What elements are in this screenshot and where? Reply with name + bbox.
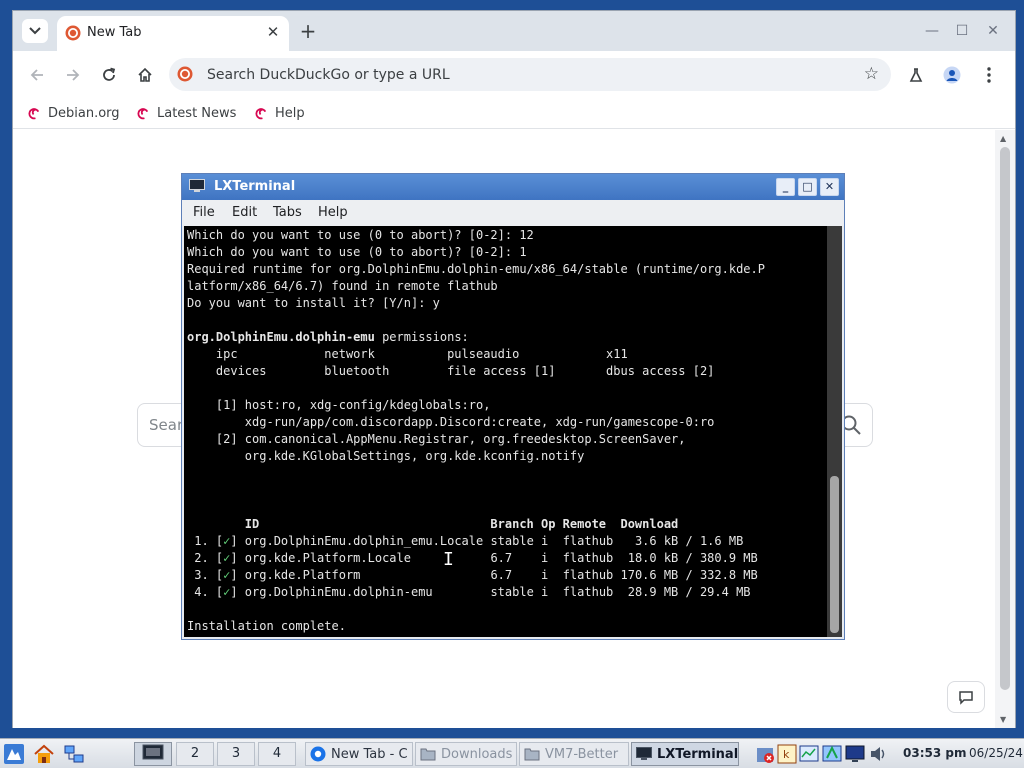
- tab-new-tab[interactable]: New Tab ✕: [57, 16, 289, 51]
- reload-button[interactable]: [97, 63, 121, 87]
- star-icon[interactable]: ☆: [864, 64, 879, 84]
- bookmark-label: Help: [275, 105, 305, 121]
- task-label: Downloads: [441, 746, 513, 762]
- taskbar: 2 3 4 New Tab - C Downloads VM7-Better L…: [0, 738, 1024, 768]
- menu-file[interactable]: File: [193, 205, 215, 220]
- bookmark-label: Debian.org: [48, 105, 120, 121]
- debian-swirl-icon: [137, 107, 149, 119]
- tab-search-button[interactable]: [22, 19, 48, 43]
- home-folder-icon[interactable]: [33, 743, 55, 765]
- terminal-minimize-icon[interactable]: _: [776, 178, 795, 196]
- terminal-screen[interactable]: Which do you want to use (0 to abort)? […: [184, 226, 842, 637]
- feedback-button[interactable]: [947, 681, 985, 713]
- forward-icon: [67, 69, 80, 81]
- tab-strip: New Tab ✕ + — ☐ ✕: [13, 11, 1015, 51]
- bookmark-help[interactable]: Help: [254, 102, 305, 124]
- desktop-3-button[interactable]: 3: [217, 742, 255, 766]
- terminal-title: LXTerminal: [214, 179, 296, 194]
- menu-help[interactable]: Help: [318, 205, 348, 220]
- bookmark-label: Latest News: [157, 105, 237, 121]
- duckduckgo-icon: [65, 25, 81, 41]
- browser-toolbar: ☆: [13, 51, 1015, 97]
- tab-title: New Tab: [87, 25, 142, 40]
- task-label: VM7-Better: [545, 746, 619, 762]
- new-tab-button[interactable]: +: [297, 20, 319, 42]
- lxterminal-window: LXTerminal _ □ ✕ File Edit Tabs Help Whi…: [181, 173, 845, 640]
- scroll-down-icon[interactable]: ▼: [1000, 715, 1006, 724]
- terminal-menubar: File Edit Tabs Help: [182, 200, 844, 226]
- task-label: New Tab - C: [331, 746, 408, 762]
- terminal-output: Which do you want to use (0 to abort)? […: [187, 227, 825, 635]
- taskbar-clock[interactable]: 03:53 pm: [903, 746, 966, 760]
- desktop-4-button[interactable]: 4: [258, 742, 296, 766]
- menu-tabs[interactable]: Tabs: [273, 205, 302, 220]
- minimize-icon[interactable]: —: [922, 21, 942, 41]
- labs-button[interactable]: [904, 63, 928, 87]
- task-label: LXTerminal: [657, 746, 739, 762]
- labs-icon: [909, 68, 923, 82]
- task-downloads[interactable]: Downloads: [415, 742, 517, 766]
- bookmark-latest-news[interactable]: Latest News: [136, 102, 236, 124]
- profile-button[interactable]: [940, 63, 964, 87]
- menu-icon: [987, 67, 991, 83]
- task-chrome-newtab[interactable]: New Tab - C: [305, 742, 413, 766]
- bookmark-debian[interactable]: Debian.org: [27, 102, 120, 124]
- task-manager-icon[interactable]: [799, 743, 819, 765]
- home-button[interactable]: [133, 63, 157, 87]
- desktop-1-button[interactable]: [134, 742, 172, 766]
- chevron-down-icon: [29, 27, 41, 35]
- task-vm7[interactable]: VM7-Better: [519, 742, 629, 766]
- window-close-icon[interactable]: ✕: [983, 21, 1003, 41]
- folder-icon: [420, 748, 436, 761]
- terminal-icon: [189, 179, 205, 192]
- desktop-preview-icon: [142, 744, 164, 760]
- back-icon: [30, 69, 43, 81]
- forward-button[interactable]: [61, 63, 85, 87]
- reload-icon: [103, 67, 116, 81]
- profile-icon: [943, 66, 961, 84]
- svg-text:k: k: [783, 748, 790, 761]
- home-icon: [138, 67, 152, 82]
- scroll-up-icon[interactable]: ▲: [1000, 134, 1006, 143]
- bookmarks-bar: Debian.org Latest News Help: [13, 97, 1015, 129]
- folder-icon: [524, 748, 540, 761]
- page-search-placeholder: Sear: [149, 416, 184, 434]
- terminal-titlebar[interactable]: LXTerminal _ □ ✕: [182, 174, 844, 200]
- terminal-icon: [636, 747, 652, 760]
- terminal-close-icon[interactable]: ✕: [820, 178, 839, 196]
- terminal-scrollbar-thumb[interactable]: [830, 476, 839, 633]
- update-notifier-icon[interactable]: [755, 743, 775, 765]
- terminal-maximize-icon[interactable]: □: [798, 178, 817, 196]
- menu-edit[interactable]: Edit: [232, 205, 257, 220]
- debian-swirl-icon: [255, 107, 267, 119]
- debian-swirl-icon: [28, 107, 40, 119]
- start-menu-icon[interactable]: [3, 743, 25, 765]
- address-input[interactable]: [207, 62, 847, 87]
- terminal-scrollbar[interactable]: [827, 226, 842, 637]
- network-icon[interactable]: [63, 743, 85, 765]
- desktop-2-button[interactable]: 2: [176, 742, 214, 766]
- address-bar[interactable]: ☆: [169, 58, 891, 91]
- tab-close-icon[interactable]: ✕: [263, 22, 283, 42]
- back-button[interactable]: [25, 63, 49, 87]
- maximize-icon[interactable]: ☐: [952, 21, 972, 41]
- keyboard-layout-icon[interactable]: k: [777, 743, 797, 765]
- task-lxterminal[interactable]: LXTerminal: [631, 742, 739, 766]
- chrome-icon: [310, 746, 326, 762]
- duckduckgo-icon: [177, 66, 193, 82]
- scrollbar-thumb[interactable]: [1000, 147, 1010, 690]
- page-scrollbar[interactable]: ▲ ▼: [995, 130, 1015, 728]
- network-status-icon[interactable]: [822, 743, 842, 765]
- taskbar-date[interactable]: 06/25/24: [969, 746, 1023, 760]
- volume-icon[interactable]: [868, 743, 888, 765]
- menu-button[interactable]: [977, 63, 1001, 87]
- feedback-icon: [959, 691, 973, 705]
- display-icon[interactable]: [845, 743, 865, 765]
- text-cursor-icon: I: [443, 549, 454, 570]
